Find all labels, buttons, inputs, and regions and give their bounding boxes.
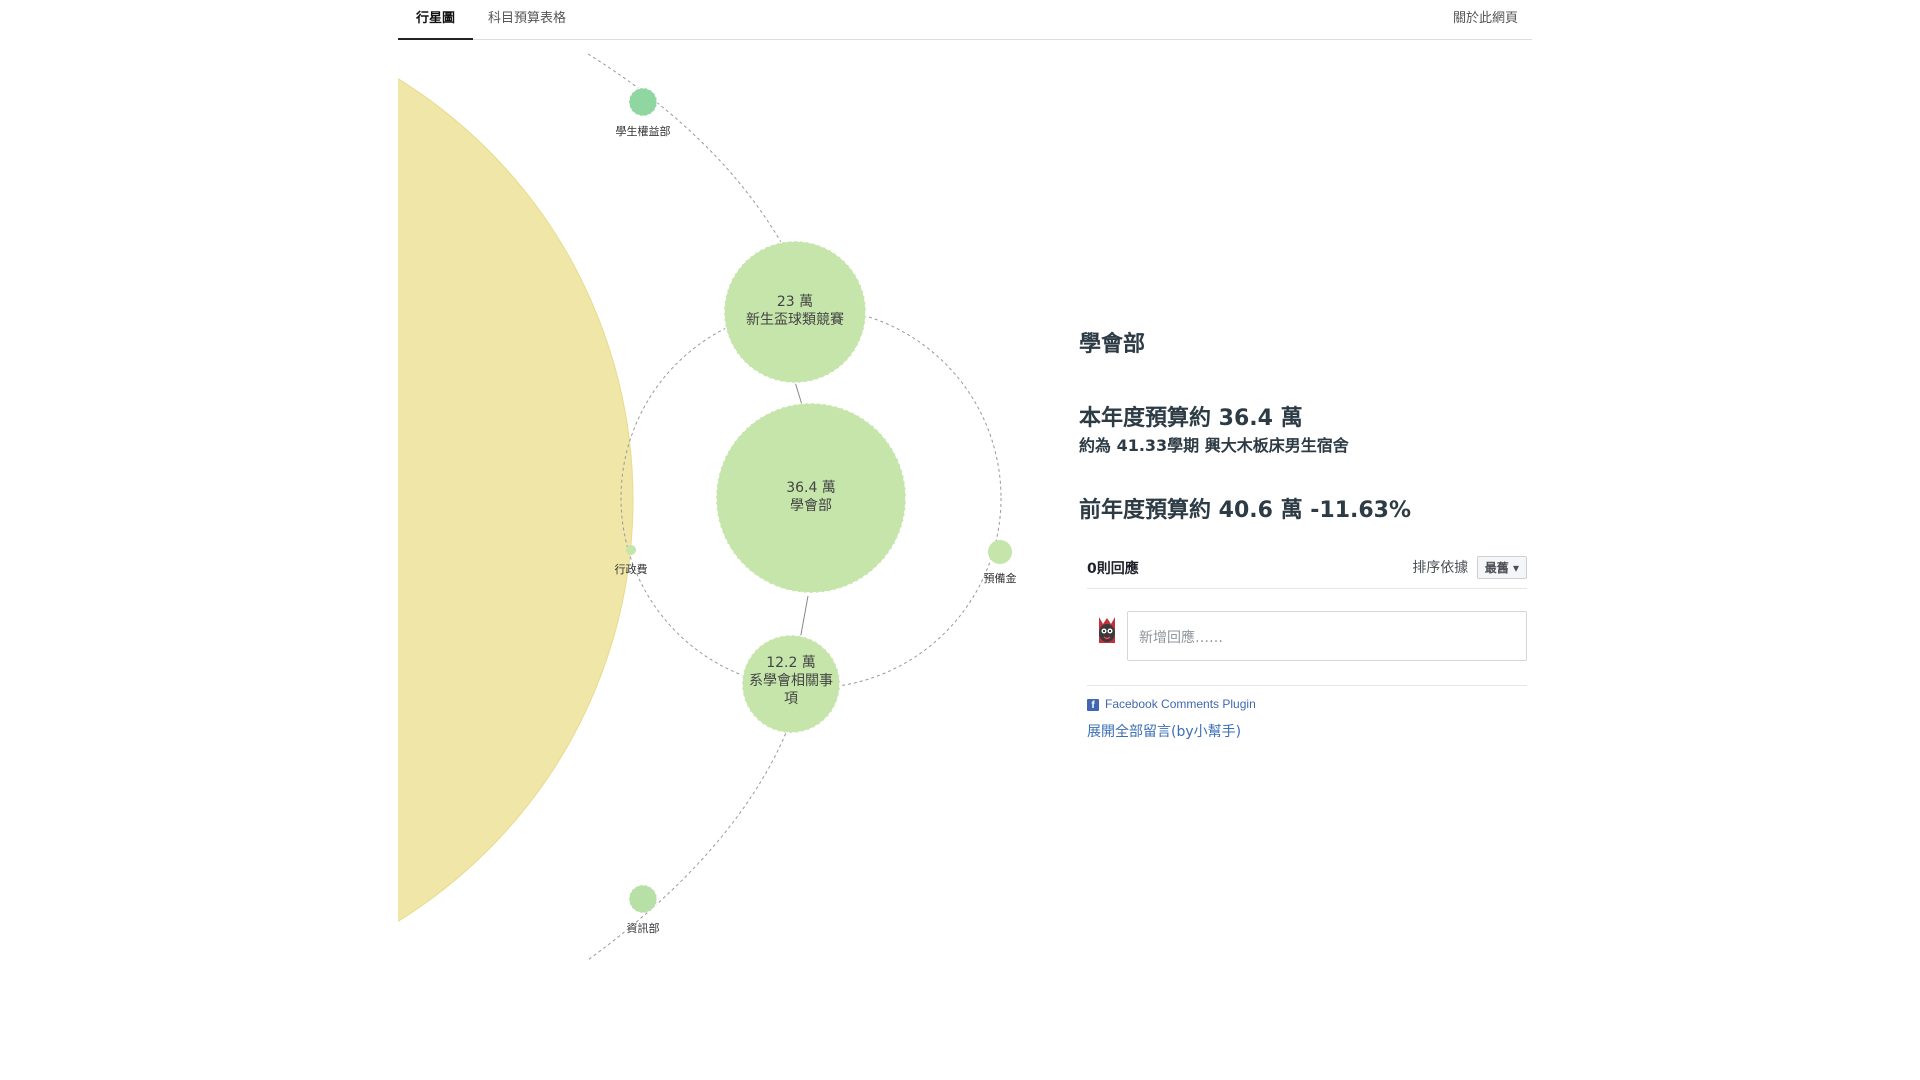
child-label-admin-fee: 行政費 — [615, 562, 648, 576]
link-line-bottom — [799, 595, 809, 641]
planet-chart: 學生權益部 資訊部 23 萬 新生盃球類競賽 36.4 萬 學會部 12.2 萬… — [398, 40, 1058, 960]
center-name: 學會部 — [790, 498, 832, 514]
child-label-reserve: 預備金 — [984, 571, 1017, 585]
facebook-plugin-label: Facebook Comments Plugin — [1105, 697, 1256, 711]
sibling-label-it: 資訊部 — [627, 921, 660, 935]
avatar — [1094, 613, 1120, 647]
comment-input[interactable]: 新增回應…… — [1127, 611, 1527, 661]
comment-compose: 新增回應…… — [1087, 611, 1527, 681]
sibling-planet-student-rights[interactable] — [628, 87, 658, 117]
child-name-association-affairs-line2: 項 — [784, 691, 798, 707]
previous-budget: 前年度預算約 40.6 萬 -11.63% — [1079, 498, 1412, 523]
child-name-freshman-cup: 新生盃球類競賽 — [746, 311, 844, 328]
caret-down-icon: ▾ — [1512, 561, 1519, 575]
comments-divider — [1087, 685, 1527, 686]
sort-label: 排序依據 — [1412, 560, 1469, 576]
current-budget: 本年度預算約 36.4 萬 — [1079, 406, 1303, 431]
sibling-label-student-rights: 學生權益部 — [616, 124, 671, 138]
about-link[interactable]: 關於此網頁 — [1453, 0, 1518, 38]
sort-control: 排序依據 最舊 ▾ — [1412, 556, 1527, 579]
child-planet-reserve[interactable] — [988, 540, 1012, 564]
child-amount-association-affairs: 12.2 萬 — [766, 655, 816, 671]
comments-widget: 0則回應 排序依據 最舊 ▾ 新增回應…… f Facebook Comment… — [1087, 552, 1527, 741]
info-panel: 學會部 本年度預算約 36.4 萬 約為 41.33學期 興大木板床男生宿舍 前… — [1079, 330, 1539, 526]
child-amount-freshman-cup: 23 萬 — [777, 294, 813, 310]
sort-value: 最舊 — [1484, 561, 1509, 575]
planet-chart-svg: 學生權益部 資訊部 23 萬 新生盃球類競賽 36.4 萬 學會部 12.2 萬… — [398, 40, 1017, 960]
parent-sun[interactable] — [398, 40, 634, 960]
sibling-planet-it[interactable] — [628, 884, 658, 914]
child-planet-admin-fee[interactable] — [626, 545, 636, 555]
facebook-icon: f — [1087, 698, 1099, 711]
top-nav: 行星圖 科目預算表格 關於此網頁 — [398, 0, 1532, 40]
budget-equivalent: 約為 41.33學期 興大木板床男生宿舍 — [1079, 436, 1349, 455]
comment-count: 0則回應 — [1087, 561, 1139, 577]
child-name-association-affairs-line1: 系學會相關事 — [749, 673, 833, 689]
facebook-plugin-link[interactable]: f Facebook Comments Plugin — [1087, 695, 1527, 713]
comments-header: 0則回應 排序依據 最舊 ▾ — [1087, 552, 1527, 589]
department-title: 學會部 — [1079, 332, 1146, 357]
page: 行星圖 科目預算表格 關於此網頁 學生權益部 資訊部 23 萬 新生盃球類競賽 — [0, 0, 1920, 1080]
expand-comments-link[interactable]: 展開全部留言(by小幫手) — [1087, 721, 1527, 741]
tab-planet-chart[interactable]: 行星圖 — [398, 0, 473, 40]
center-amount: 36.4 萬 — [786, 480, 836, 496]
sort-dropdown[interactable]: 最舊 ▾ — [1476, 556, 1527, 579]
tab-budget-table[interactable]: 科目預算表格 — [488, 0, 566, 38]
sibling-orbit-bottom — [587, 727, 789, 960]
